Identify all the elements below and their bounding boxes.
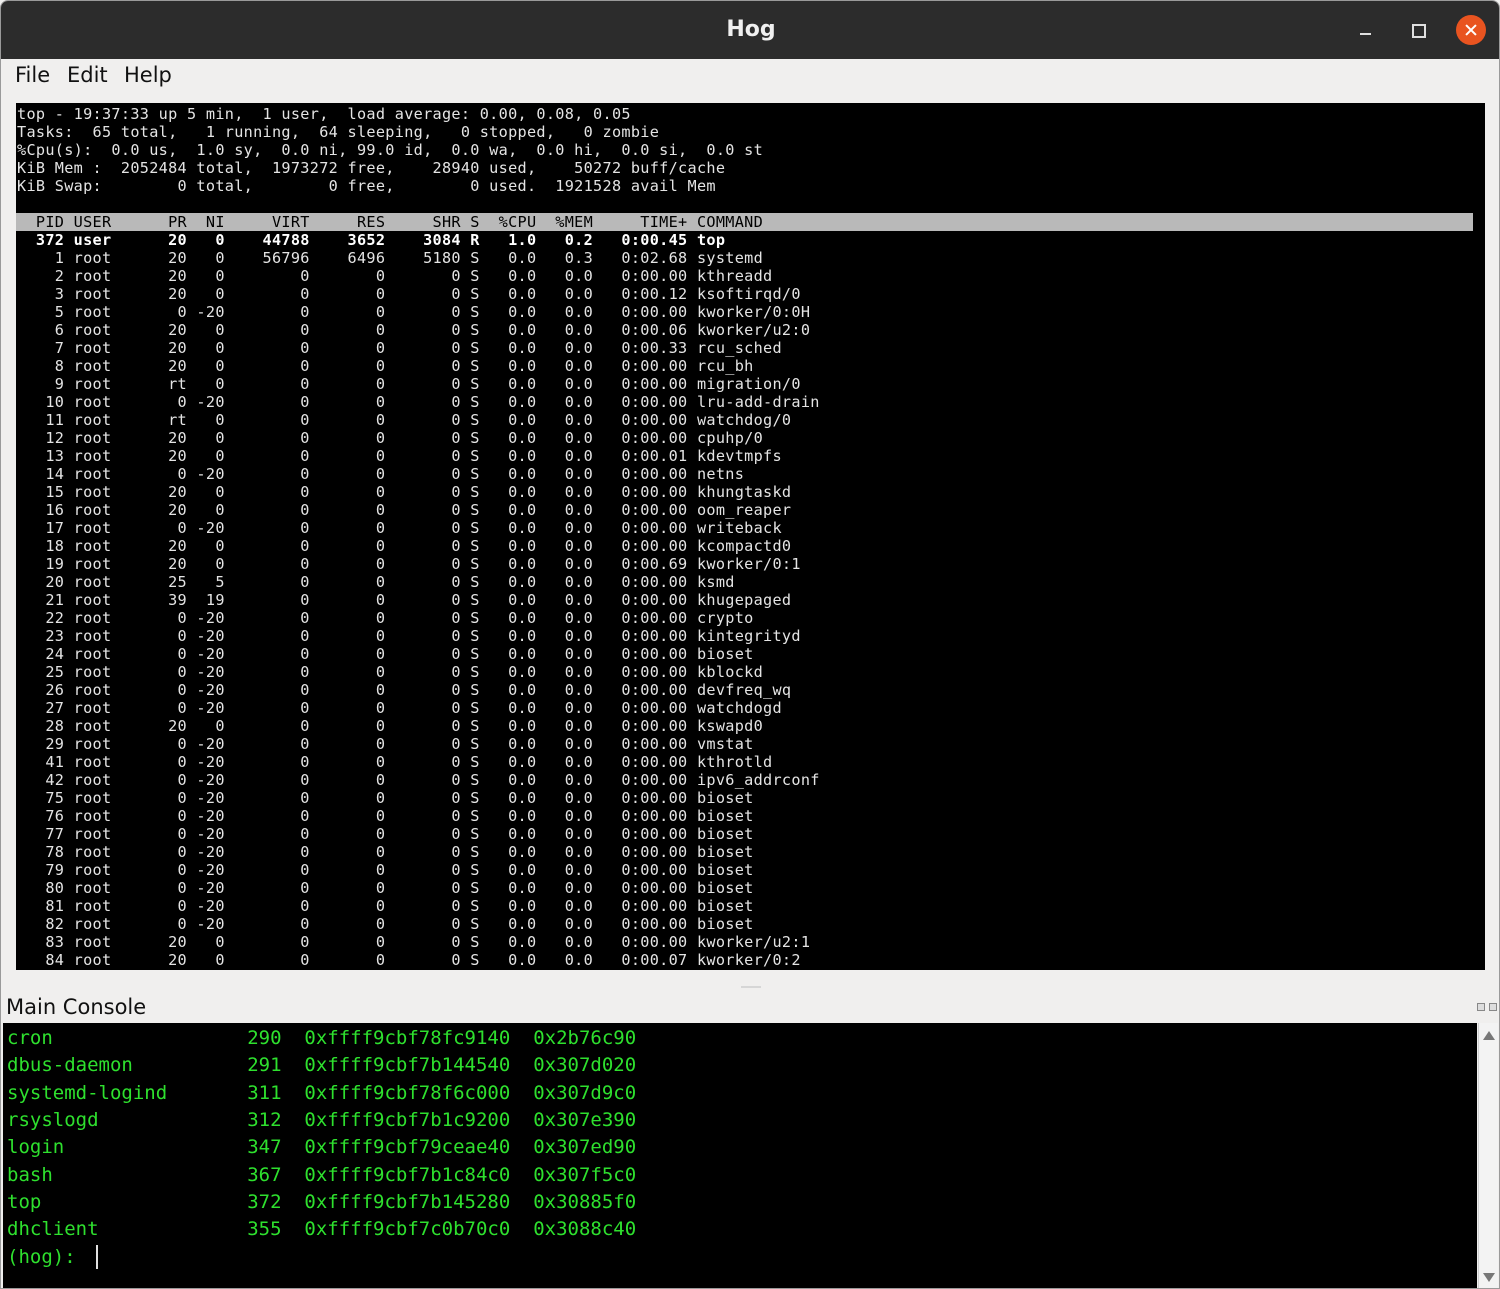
close-icon[interactable]	[1456, 15, 1486, 45]
console-title: Main Console	[6, 995, 147, 1019]
detach-icon[interactable]	[1477, 1003, 1485, 1011]
top-column-header: PID USER PR NI VIRT RES SHR S %CPU %MEM …	[16, 213, 1473, 231]
console-line: bash 367 0xffff9cbf7b1c84c0 0x307f5c0	[7, 1163, 637, 1186]
menu-file[interactable]: File	[15, 63, 50, 87]
process-row: 16 root 20 0 0 0 0 S 0.0 0.0 0:00.00 oom…	[17, 501, 792, 519]
process-row: 27 root 0 -20 0 0 0 S 0.0 0.0 0:00.00 wa…	[17, 699, 782, 717]
process-row: 9 root rt 0 0 0 0 S 0.0 0.0 0:00.00 migr…	[17, 375, 801, 393]
process-row: 41 root 0 -20 0 0 0 S 0.0 0.0 0:00.00 kt…	[17, 753, 773, 771]
window-title: Hog	[726, 17, 776, 42]
process-row: 82 root 0 -20 0 0 0 S 0.0 0.0 0:00.00 bi…	[17, 915, 754, 933]
process-row: 29 root 0 -20 0 0 0 S 0.0 0.0 0:00.00 vm…	[17, 735, 754, 753]
console-prompt[interactable]: (hog):	[7, 1244, 87, 1271]
maximize-icon[interactable]	[1404, 15, 1434, 45]
top-summary-line: %Cpu(s): 0.0 us, 1.0 sy, 0.0 ni, 99.0 id…	[17, 141, 764, 159]
process-row: 10 root 0 -20 0 0 0 S 0.0 0.0 0:00.00 lr…	[17, 393, 820, 411]
top-summary-line: Tasks: 65 total, 1 running, 64 sleeping,…	[17, 123, 660, 141]
title-bar[interactable]: Hog	[1, 1, 1499, 60]
scroll-down-icon[interactable]	[1483, 1273, 1495, 1282]
top-summary-line: KiB Swap: 0 total, 0 free, 0 used. 19215…	[17, 177, 716, 195]
text-cursor	[96, 1245, 98, 1269]
console-line: cron 290 0xffff9cbf78fc9140 0x2b76c90	[7, 1027, 637, 1049]
menu-bar: File Edit Help	[1, 59, 1499, 93]
process-row: 12 root 20 0 0 0 0 S 0.0 0.0 0:00.00 cpu…	[17, 429, 764, 447]
main-console[interactable]: cron 290 0xffff9cbf78fc9140 0x2b76c90 dbu…	[3, 1023, 1477, 1288]
menu-edit[interactable]: Edit	[67, 63, 108, 87]
minimize-icon[interactable]	[1351, 15, 1381, 45]
process-row: 19 root 20 0 0 0 0 S 0.0 0.0 0:00.69 kwo…	[17, 555, 801, 573]
console-line: top 372 0xffff9cbf7b145280 0x30885f0	[7, 1190, 637, 1213]
process-row: 3 root 20 0 0 0 0 S 0.0 0.0 0:00.12 ksof…	[17, 285, 801, 303]
app-window: Hog File Edit Help top - 19:37:33 up 5 m…	[0, 0, 1500, 1289]
menu-help[interactable]: Help	[124, 63, 172, 87]
process-row: 22 root 0 -20 0 0 0 S 0.0 0.0 0:00.00 cr…	[17, 609, 754, 627]
process-row: 2 root 20 0 0 0 0 S 0.0 0.0 0:00.00 kthr…	[17, 267, 773, 285]
process-row: 5 root 0 -20 0 0 0 S 0.0 0.0 0:00.00 kwo…	[17, 303, 811, 321]
process-row: 1 root 20 0 56796 6496 5180 S 0.0 0.3 0:…	[17, 249, 764, 267]
process-row: 79 root 0 -20 0 0 0 S 0.0 0.0 0:00.00 bi…	[17, 861, 754, 879]
process-row: 42 root 0 -20 0 0 0 S 0.0 0.0 0:00.00 ip…	[17, 771, 820, 789]
process-row: 77 root 0 -20 0 0 0 S 0.0 0.0 0:00.00 bi…	[17, 825, 754, 843]
process-row: 24 root 0 -20 0 0 0 S 0.0 0.0 0:00.00 bi…	[17, 645, 754, 663]
process-row: 84 root 20 0 0 0 0 S 0.0 0.0 0:00.07 kwo…	[17, 951, 801, 969]
console-line: dhclient 355 0xffff9cbf7c0b70c0 0x3088c4…	[7, 1218, 637, 1241]
scroll-up-icon[interactable]	[1483, 1031, 1495, 1040]
process-row: 75 root 0 -20 0 0 0 S 0.0 0.0 0:00.00 bi…	[17, 789, 754, 807]
process-row: 81 root 0 -20 0 0 0 S 0.0 0.0 0:00.00 bi…	[17, 897, 754, 915]
top-summary-line: KiB Mem : 2052484 total, 1973272 free, 2…	[17, 159, 726, 177]
process-row: 80 root 0 -20 0 0 0 S 0.0 0.0 0:00.00 bi…	[17, 879, 754, 897]
console-line: rsyslogd 312 0xffff9cbf7b1c9200 0x307e39…	[7, 1108, 637, 1131]
process-row: 83 root 20 0 0 0 0 S 0.0 0.0 0:00.00 kwo…	[17, 933, 811, 951]
process-row: 6 root 20 0 0 0 0 S 0.0 0.0 0:00.06 kwor…	[17, 321, 811, 339]
process-row: 372 user 20 0 44788 3652 3084 R 1.0 0.2 …	[17, 231, 726, 249]
process-row: 13 root 20 0 0 0 0 S 0.0 0.0 0:00.01 kde…	[17, 447, 782, 465]
process-row: 28 root 20 0 0 0 0 S 0.0 0.0 0:00.00 ksw…	[17, 717, 764, 735]
process-row: 7 root 20 0 0 0 0 S 0.0 0.0 0:00.33 rcu_…	[17, 339, 782, 357]
process-row: 20 root 25 5 0 0 0 S 0.0 0.0 0:00.00 ksm…	[17, 573, 735, 591]
console-line: systemd-logind 311 0xffff9cbf78f6c000 0x…	[7, 1081, 637, 1104]
process-row: 11 root rt 0 0 0 0 S 0.0 0.0 0:00.00 wat…	[17, 411, 792, 429]
console-line: dbus-daemon 291 0xffff9cbf7b144540 0x307…	[7, 1054, 637, 1077]
process-row: 25 root 0 -20 0 0 0 S 0.0 0.0 0:00.00 kb…	[17, 663, 764, 681]
process-row: 26 root 0 -20 0 0 0 S 0.0 0.0 0:00.00 de…	[17, 681, 792, 699]
console-line: login 347 0xffff9cbf79ceae40 0x307ed90	[7, 1136, 637, 1159]
process-row: 15 root 20 0 0 0 0 S 0.0 0.0 0:00.00 khu…	[17, 483, 792, 501]
process-row: 17 root 0 -20 0 0 0 S 0.0 0.0 0:00.00 wr…	[17, 519, 782, 537]
process-row: 21 root 39 19 0 0 0 S 0.0 0.0 0:00.00 kh…	[17, 591, 792, 609]
process-row: 8 root 20 0 0 0 0 S 0.0 0.0 0:00.00 rcu_…	[17, 357, 754, 375]
process-row: 14 root 0 -20 0 0 0 S 0.0 0.0 0:00.00 ne…	[17, 465, 745, 483]
process-row: 18 root 20 0 0 0 0 S 0.0 0.0 0:00.00 kco…	[17, 537, 792, 555]
pane-divider-grip[interactable]	[741, 986, 761, 988]
process-row: 23 root 0 -20 0 0 0 S 0.0 0.0 0:00.00 ki…	[17, 627, 801, 645]
process-row: 76 root 0 -20 0 0 0 S 0.0 0.0 0:00.00 bi…	[17, 807, 754, 825]
close-pane-icon[interactable]	[1489, 1003, 1497, 1011]
process-row: 78 root 0 -20 0 0 0 S 0.0 0.0 0:00.00 bi…	[17, 843, 754, 861]
top-summary-line: top - 19:37:33 up 5 min, 1 user, load av…	[17, 105, 631, 123]
top-output-terminal[interactable]: top - 19:37:33 up 5 min, 1 user, load av…	[16, 103, 1485, 970]
top-header-text: PID USER PR NI VIRT RES SHR S %CPU %MEM …	[17, 213, 764, 231]
console-scrollbar[interactable]	[1478, 1023, 1498, 1288]
